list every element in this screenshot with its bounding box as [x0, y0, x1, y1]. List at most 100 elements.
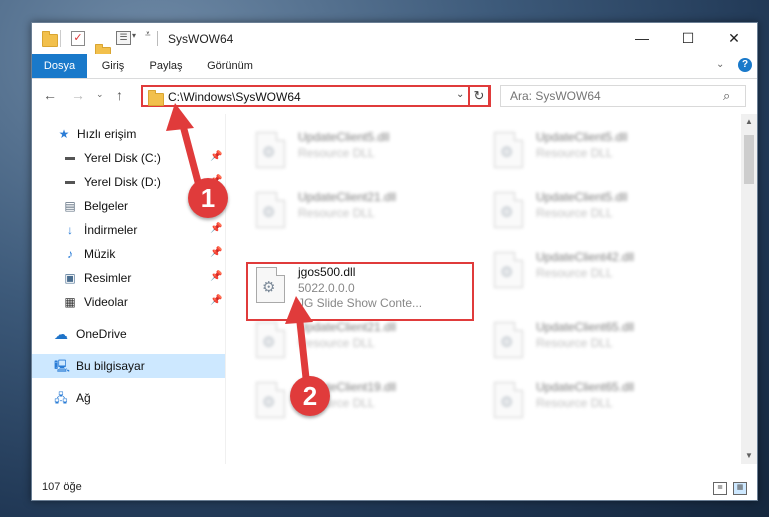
file-name: UpdateClient65.dll: [536, 380, 635, 394]
nav-item-videos[interactable]: ▦ Videolar 📌: [32, 290, 225, 314]
nav-label: Videolar: [84, 295, 128, 309]
file-description: Resource DLL: [536, 206, 613, 220]
file-description: Resource DLL: [536, 266, 613, 280]
search-input[interactable]: [501, 86, 725, 106]
computer-icon: 🖳: [54, 359, 71, 373]
file-item[interactable]: ⚙ UpdateClient21.dll Resource DLL: [226, 184, 454, 236]
customize-icon[interactable]: ☰: [116, 31, 131, 45]
dll-file-icon: ⚙: [494, 192, 523, 228]
minimize-button[interactable]: —: [619, 23, 665, 54]
navigation-pane: ★ Hızlı erişim ▬ Yerel Disk (C:) 📌 ▬ Yer…: [32, 114, 225, 464]
folder-icon[interactable]: [42, 31, 58, 47]
file-name: UpdateClient21.dll: [298, 190, 397, 204]
details-view-icon[interactable]: ≣: [713, 482, 727, 495]
nav-item-downloads[interactable]: ↓ İndirmeler 📌: [32, 218, 225, 242]
drive-icon: ▬: [65, 152, 75, 163]
tab-dosya[interactable]: Dosya: [32, 54, 87, 78]
nav-label: Hızlı erişim: [77, 127, 137, 141]
help-icon[interactable]: ?: [738, 58, 752, 72]
ribbon-expand-chevron-icon[interactable]: ⌄: [716, 59, 724, 70]
dll-file-icon: ⚙: [256, 322, 285, 358]
nav-label: Ağ: [76, 391, 91, 405]
gear-icon: ⚙: [500, 204, 514, 221]
pin-icon[interactable]: 📌: [210, 295, 222, 306]
scroll-thumb[interactable]: [744, 135, 754, 184]
nav-item-onedrive[interactable]: ☁ OneDrive: [32, 322, 225, 346]
file-item[interactable]: ⚙ UpdateClient5.dll Resource DLL: [464, 184, 692, 236]
file-item[interactable]: ⚙ UpdateClient65.dll Resource DLL: [464, 374, 692, 426]
video-icon: ▦: [64, 295, 76, 309]
pin-icon[interactable]: 📌: [210, 271, 222, 282]
gear-icon: ⚙: [500, 394, 514, 411]
dll-file-icon: ⚙: [494, 132, 523, 168]
window-title: SysWOW64: [168, 32, 234, 46]
cloud-icon: ☁: [54, 326, 68, 342]
nav-item-network[interactable]: 🖧 Ağ: [32, 386, 225, 410]
pin-icon[interactable]: 📌: [210, 223, 222, 234]
search-box[interactable]: ⌕: [500, 85, 746, 107]
drive-icon: ▬: [65, 176, 75, 187]
nav-item-pictures[interactable]: ▣ Resimler 📌: [32, 266, 225, 290]
gear-icon: ⚙: [262, 394, 276, 411]
nav-label: Yerel Disk (D:): [84, 175, 161, 189]
address-bar[interactable]: C:\Windows\SysWOW64 ⌄: [141, 85, 491, 107]
ribbon-tabs: Dosya Giriş Paylaş Görünüm ⌄ ?: [32, 54, 757, 79]
file-description: Resource DLL: [536, 396, 613, 410]
nav-label: Belgeler: [84, 199, 129, 213]
nav-label: İndirmeler: [84, 223, 138, 237]
title-separator: [157, 31, 158, 46]
nav-item-this-pc[interactable]: 🖳 Bu bilgisayar: [32, 354, 225, 378]
file-item[interactable]: ⚙ UpdateClient5.dll Resource DLL: [464, 124, 692, 176]
refresh-button[interactable]: ↻: [468, 85, 490, 107]
dll-file-icon: ⚙: [494, 252, 523, 288]
quick-access-dropdown-icon[interactable]: ▾: [132, 31, 136, 40]
pin-icon[interactable]: 📌: [210, 151, 222, 162]
maximize-button[interactable]: ☐: [665, 23, 711, 54]
address-folder-icon: [148, 90, 164, 106]
file-item[interactable]: ⚙ UpdateClient42.dll Resource DLL: [464, 244, 692, 296]
nav-item-quick-access[interactable]: ★ Hızlı erişim: [32, 122, 225, 146]
gear-icon: ⚙: [262, 144, 276, 161]
vertical-scrollbar[interactable]: ▲ ▼: [741, 114, 757, 464]
gear-icon: ⚙: [262, 204, 276, 221]
star-icon: ★: [58, 127, 70, 141]
file-item[interactable]: ⚙ UpdateClient19.dll Resource DLL: [226, 374, 454, 426]
nav-item-music[interactable]: ♪ Müzik 📌: [32, 242, 225, 266]
highlight-box: [246, 262, 474, 321]
file-name: UpdateClient65.dll: [536, 320, 635, 334]
quick-access-customize-icon[interactable]: ⩡: [145, 29, 151, 40]
dll-file-icon: ⚙: [256, 382, 285, 418]
tab-paylas[interactable]: Paylaş: [142, 54, 190, 78]
file-name: UpdateClient5.dll: [298, 130, 390, 144]
pin-icon[interactable]: 📌: [210, 247, 222, 258]
address-dropdown-icon[interactable]: ⌄: [456, 89, 464, 100]
tab-gorunum[interactable]: Görünüm: [199, 54, 261, 78]
music-icon: ♪: [67, 247, 73, 261]
search-icon[interactable]: ⌕: [723, 88, 730, 104]
nav-label: Resimler: [84, 271, 132, 285]
file-description: Resource DLL: [536, 336, 613, 350]
file-item[interactable]: ⚙ UpdateClient21.dll Resource DLL: [226, 314, 454, 366]
file-item[interactable]: ⚙ UpdateClient65.dll Resource DLL: [464, 314, 692, 366]
file-item[interactable]: ⚙ UpdateClient5.dll Resource DLL: [226, 124, 454, 176]
file-description: Resource DLL: [298, 206, 375, 220]
tab-giris[interactable]: Giriş: [91, 54, 135, 78]
up-arrow-icon[interactable]: ↑: [116, 87, 123, 103]
nav-label: Müzik: [84, 247, 116, 261]
back-arrow-icon[interactable]: ←: [43, 87, 57, 103]
item-count: 107 öğe: [42, 481, 82, 493]
dll-file-icon: ⚙: [494, 382, 523, 418]
large-icons-view-icon[interactable]: ▦: [733, 482, 747, 495]
dll-file-icon: ⚙: [256, 192, 285, 228]
status-bar: 107 öğe ≣ ▦: [32, 476, 757, 500]
scroll-up-icon[interactable]: ▲: [741, 114, 757, 130]
recent-locations-chevron-icon[interactable]: ⌄: [96, 89, 104, 100]
close-button[interactable]: ✕: [711, 23, 757, 54]
forward-arrow-icon[interactable]: →: [71, 87, 85, 103]
file-name: UpdateClient5.dll: [536, 190, 628, 204]
scroll-down-icon[interactable]: ▼: [741, 448, 757, 464]
file-name: UpdateClient21.dll: [298, 320, 397, 334]
file-name: UpdateClient42.dll: [536, 250, 635, 264]
properties-check-icon[interactable]: ✓: [71, 31, 85, 46]
nav-item-local-disk-c[interactable]: ▬ Yerel Disk (C:) 📌: [32, 146, 225, 170]
